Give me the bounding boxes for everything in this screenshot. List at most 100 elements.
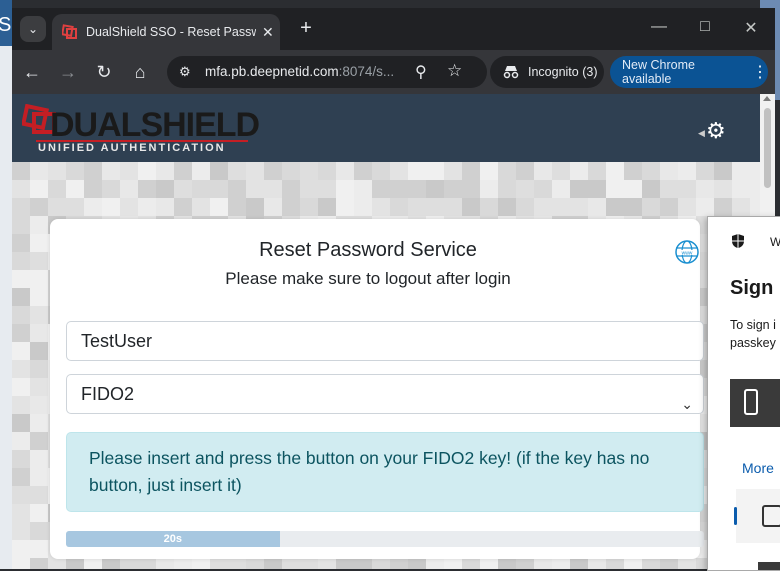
mosaic-tile	[246, 558, 264, 569]
close-icon[interactable]: ✕	[262, 24, 274, 41]
mosaic-tile	[120, 198, 138, 216]
page-viewport: DUALSHIELD UNIFIED AUTHENTICATION ◀ ⚙ Re…	[12, 94, 760, 569]
forward-arrow-icon[interactable]: →	[56, 60, 80, 84]
mosaic-tile	[12, 306, 30, 324]
mosaic-tile	[660, 198, 678, 216]
mosaic-tile	[174, 180, 192, 198]
reset-password-card: Reset Password Service Please make sure …	[50, 219, 704, 559]
mosaic-tile	[138, 198, 156, 216]
mosaic-tile	[444, 180, 462, 198]
mosaic-tile	[678, 162, 696, 180]
address-bar[interactable]: ⚙ mfa.pb.deepnetid.com:8074/s... ⚲ ☆	[167, 56, 487, 88]
mosaic-tile	[462, 162, 480, 180]
mosaic-tile	[354, 558, 372, 569]
mosaic-tile	[282, 558, 300, 569]
mosaic-tile	[696, 198, 714, 216]
mosaic-tile	[552, 558, 570, 569]
mosaic-tile	[84, 162, 102, 180]
mosaic-tile	[12, 162, 30, 180]
reload-icon[interactable]: ↻	[92, 60, 116, 84]
mosaic-tile	[372, 198, 390, 216]
mosaic-tile	[138, 162, 156, 180]
more-menu-icon[interactable]: ⋮	[752, 62, 768, 82]
mosaic-tile	[336, 162, 354, 180]
mosaic-tile	[30, 198, 48, 216]
dialog-brand: W	[770, 235, 780, 249]
mosaic-tile	[30, 306, 48, 324]
minimize-icon[interactable]: —	[644, 18, 674, 36]
mosaic-tile	[408, 198, 426, 216]
mosaic-tile	[498, 198, 516, 216]
mosaic-tile	[570, 180, 588, 198]
mosaic-tile	[300, 198, 318, 216]
mosaic-tile	[228, 558, 246, 569]
mosaic-tile	[30, 216, 48, 234]
selection-indicator	[734, 507, 737, 525]
mosaic-tile	[588, 558, 606, 569]
mosaic-tile	[336, 180, 354, 198]
mosaic-tile	[102, 180, 120, 198]
mosaic-tile	[156, 198, 174, 216]
countdown-progress-bar: 20s	[66, 531, 280, 547]
mosaic-tile	[120, 558, 138, 569]
mosaic-tile	[714, 180, 732, 198]
mosaic-tile	[426, 558, 444, 569]
chrome-update-button[interactable]: New Chrome available ⋮	[610, 56, 768, 88]
mosaic-tile	[642, 180, 660, 198]
scroll-up-arrow-icon[interactable]	[763, 96, 771, 101]
more-choices-link[interactable]: More	[742, 460, 774, 476]
mosaic-tile	[480, 558, 498, 569]
dialog-description: To sign i passkey	[730, 318, 776, 350]
mosaic-tile	[462, 558, 480, 569]
mosaic-tile	[750, 180, 760, 198]
mosaic-tile	[12, 540, 30, 558]
desktop-window-title-fragment: S	[0, 14, 12, 36]
back-arrow-icon[interactable]: ←	[20, 60, 44, 84]
mosaic-tile	[192, 198, 210, 216]
mosaic-tile	[174, 198, 192, 216]
mosaic-tile	[426, 180, 444, 198]
gear-icon[interactable]: ⚙	[706, 118, 726, 144]
username-input[interactable]: TestUser	[66, 321, 704, 361]
mosaic-tile	[624, 162, 642, 180]
incognito-indicator[interactable]: Incognito (3)	[490, 56, 604, 88]
desktop-background-left-top: S	[0, 0, 12, 46]
security-key-option[interactable]	[734, 489, 780, 543]
new-tab-button[interactable]: +	[294, 16, 318, 40]
passkey-option-partial[interactable]	[758, 562, 780, 570]
mosaic-tile	[624, 198, 642, 216]
mosaic-tile	[30, 468, 48, 486]
mosaic-tile	[354, 180, 372, 198]
mosaic-tile	[30, 288, 48, 306]
mosaic-tile	[354, 162, 372, 180]
mosaic-tile	[156, 558, 174, 569]
mosaic-tile	[84, 198, 102, 216]
mosaic-tile	[498, 180, 516, 198]
zoom-icon[interactable]: ⚲	[415, 62, 427, 82]
maximize-icon[interactable]: □	[690, 18, 720, 36]
desktop-background-left	[0, 0, 12, 569]
mosaic-tile	[12, 468, 30, 486]
mosaic-tile	[318, 198, 336, 216]
mosaic-tile	[12, 360, 30, 378]
site-info-icon[interactable]: ⚙	[179, 64, 195, 80]
tablet-icon	[762, 505, 780, 527]
phone-passkey-option[interactable]	[730, 379, 780, 427]
bookmark-star-icon[interactable]: ☆	[447, 61, 462, 81]
home-icon[interactable]: ⌂	[128, 60, 152, 84]
incognito-label: Incognito (3)	[528, 65, 598, 79]
globe-icon[interactable]: www	[674, 239, 700, 265]
mosaic-tile	[264, 180, 282, 198]
mosaic-tile	[282, 198, 300, 216]
mosaic-tile	[408, 558, 426, 569]
dualshield-logo: DUALSHIELD UNIFIED AUTHENTICATION	[22, 104, 260, 156]
close-window-icon[interactable]: ✕	[736, 18, 766, 38]
tab-search-button[interactable]: ⌄	[20, 16, 46, 42]
scroll-thumb[interactable]	[764, 108, 771, 188]
mosaic-tile	[372, 162, 390, 180]
browser-tab-active[interactable]: DualShield SSO - Reset Password ✕	[52, 14, 280, 50]
mosaic-tile	[570, 162, 588, 180]
mosaic-tile	[426, 162, 444, 180]
mosaic-tile	[588, 162, 606, 180]
auth-method-select[interactable]: FIDO2 ⌄	[66, 374, 704, 414]
